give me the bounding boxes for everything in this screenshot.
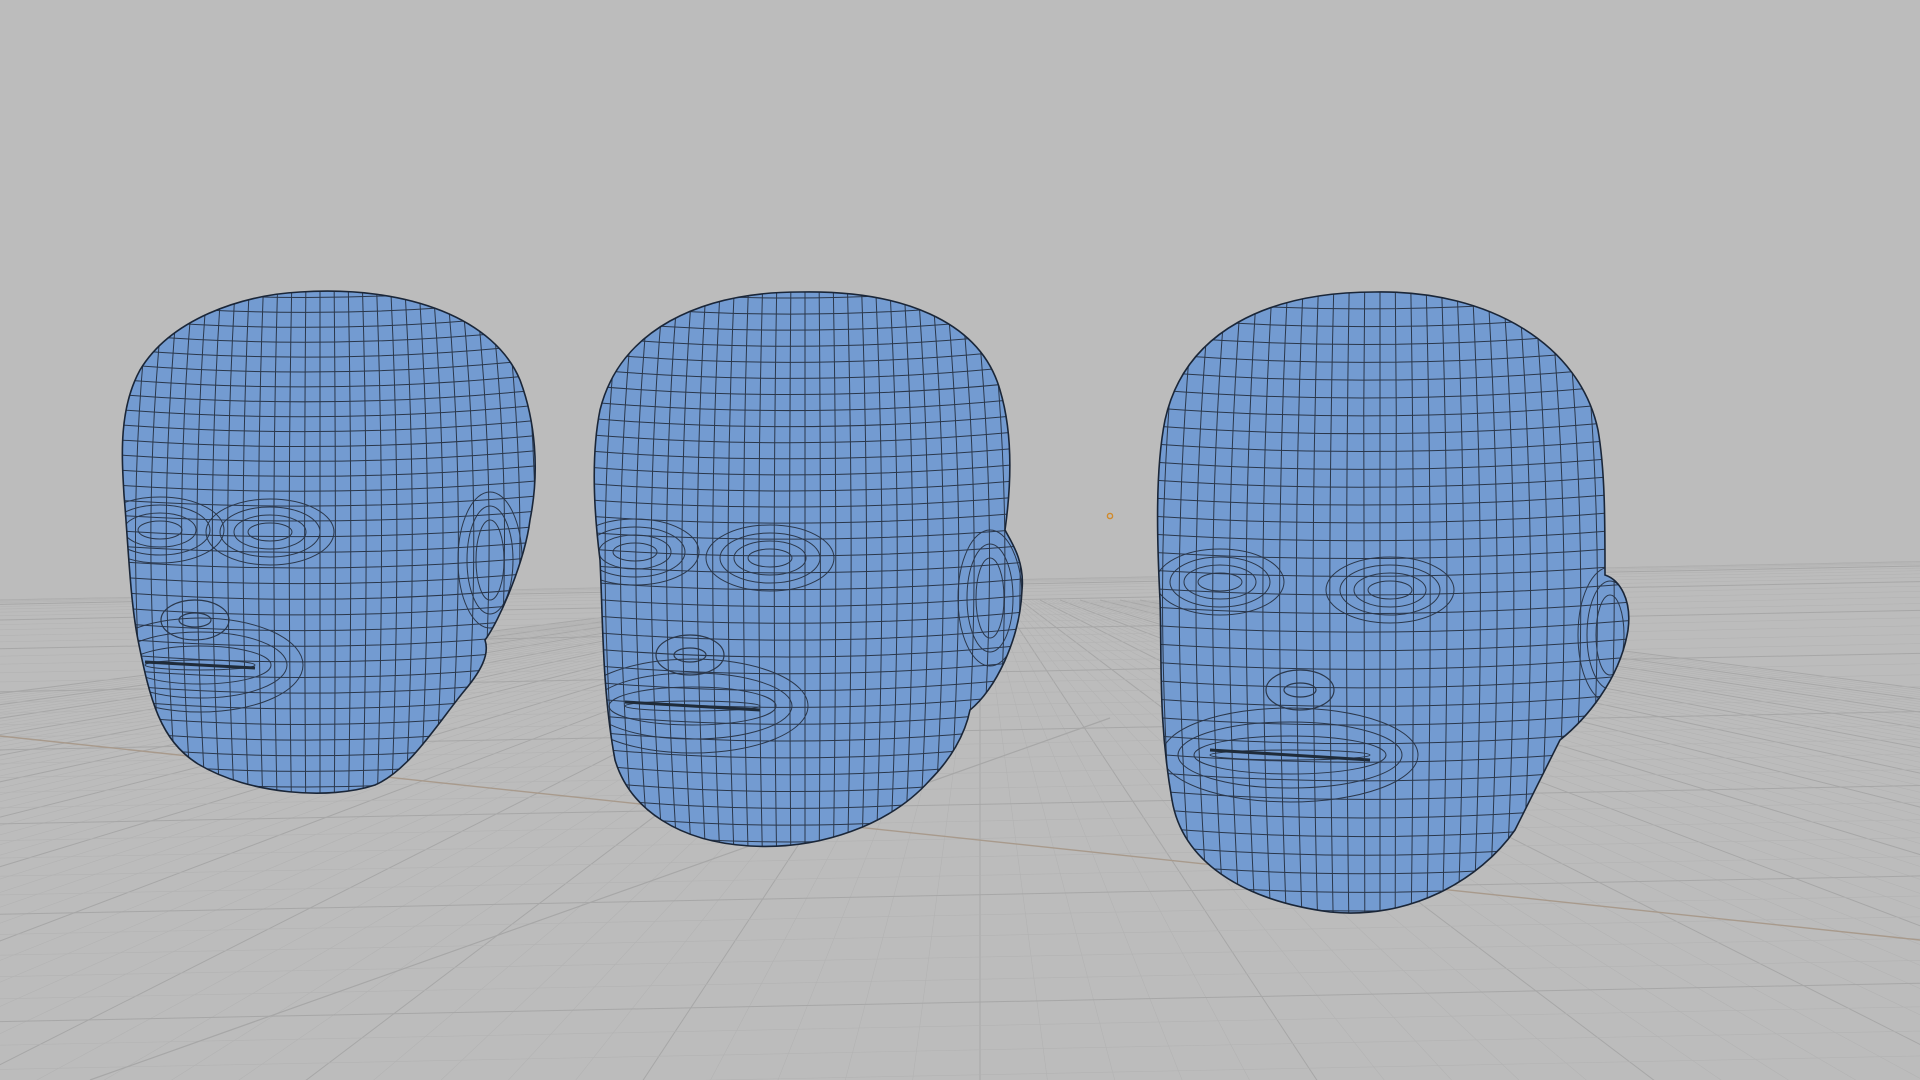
mesh-edge	[532, 870, 1078, 893]
mesh-edge	[1035, 224, 1067, 924]
grid-line	[0, 856, 1920, 896]
mesh-edge	[532, 244, 1078, 265]
mesh-edge	[47, 796, 593, 818]
head-mesh-left[interactable]	[47, 228, 593, 878]
mesh-edge	[532, 261, 1078, 282]
mesh-edge	[47, 246, 593, 267]
mesh-edge	[89, 228, 117, 878]
mesh-edge	[47, 231, 593, 253]
grid-line	[0, 960, 1920, 1000]
grid-line	[0, 1006, 1920, 1046]
mesh-edge	[1081, 270, 1679, 291]
grid-line	[702, 1055, 1920, 1080]
shading	[1157, 291, 1629, 914]
grid-line	[0, 837, 1920, 877]
mesh-edge	[550, 228, 582, 878]
origin-point-icon	[1106, 512, 1114, 520]
grid-line	[0, 895, 1920, 935]
viewport-canvas[interactable]	[0, 0, 1920, 1080]
mesh-edge	[559, 224, 589, 924]
mesh-edge	[532, 228, 1078, 250]
grid-line	[0, 875, 1920, 915]
mesh-edge	[532, 886, 1078, 909]
mesh-edge	[522, 291, 536, 794]
origin-point-icon	[1106, 512, 1114, 520]
mesh-edge	[1020, 291, 1023, 847]
mesh-edge	[1081, 962, 1679, 985]
shading	[594, 291, 1023, 847]
head-mesh-middle[interactable]	[532, 224, 1078, 924]
mesh-edge	[1081, 234, 1679, 256]
mesh-edge	[1081, 252, 1679, 273]
mesh-edge	[1081, 944, 1679, 967]
shading	[122, 291, 536, 794]
3d-viewport[interactable]	[0, 0, 1920, 1080]
mesh-edge	[59, 228, 91, 878]
mesh-edge	[544, 224, 576, 924]
head-mesh-right[interactable]	[1081, 228, 1679, 1003]
mesh-edge	[47, 262, 593, 283]
mesh-edge	[47, 842, 593, 865]
grid-line	[0, 982, 1920, 1023]
mesh-edge	[594, 291, 603, 847]
grid-line	[0, 819, 1920, 859]
